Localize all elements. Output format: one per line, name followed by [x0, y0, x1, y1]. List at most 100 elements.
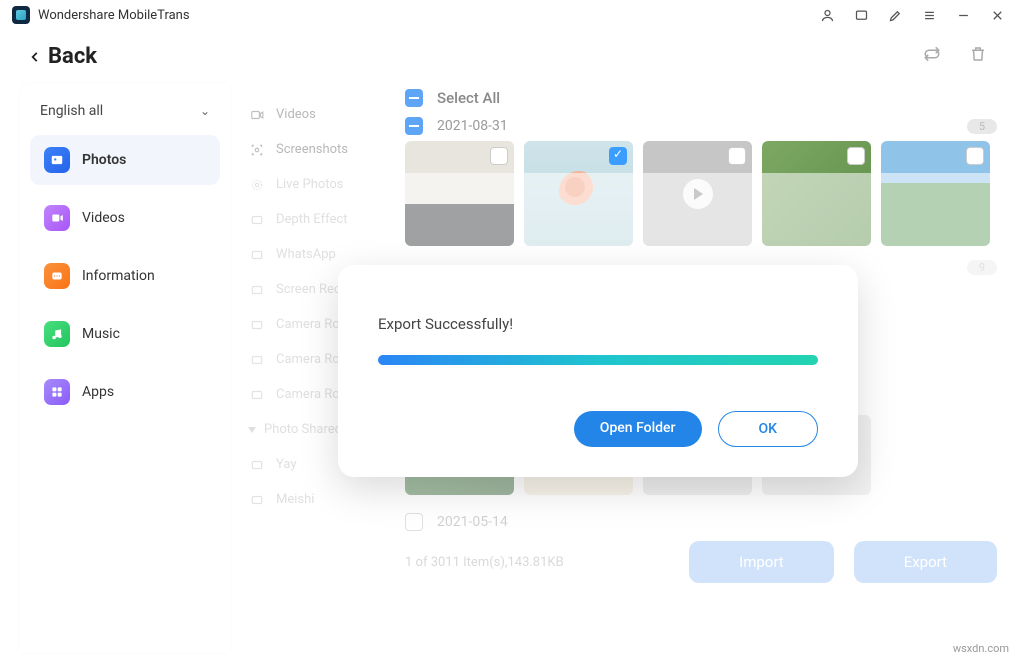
folder-checkbox[interactable] — [405, 513, 423, 531]
cat-label: Camera Roll — [276, 352, 346, 367]
back-row: Back — [0, 30, 1017, 83]
language-select[interactable]: English all ⌄ — [30, 97, 220, 135]
triangle-down-icon — [248, 427, 256, 433]
thumb-checkbox[interactable] — [609, 147, 627, 165]
cat-label: WhatsApp — [276, 247, 336, 262]
date-group-2: 2021-05-14 — [405, 505, 997, 533]
import-button[interactable]: Import — [689, 541, 834, 583]
cat-shared-label: Photo Shared — [264, 422, 342, 437]
folder-icon — [248, 493, 266, 507]
edit-icon[interactable] — [887, 7, 903, 23]
livephoto-icon — [248, 178, 266, 192]
photo-thumb[interactable] — [881, 141, 990, 246]
count-badge: 9 — [967, 260, 997, 275]
modal-title: Export Successfully! — [378, 315, 818, 333]
nav-photos[interactable]: Photos — [30, 135, 220, 185]
cat-videos[interactable]: Videos — [230, 97, 405, 132]
select-all-row: Select All — [405, 87, 997, 111]
cat-label: Live Photos — [276, 177, 344, 192]
export-label: Export — [904, 553, 947, 571]
thumb-row — [405, 141, 997, 246]
music-icon — [44, 321, 70, 347]
ok-button[interactable]: OK — [718, 411, 819, 447]
cat-label: Camera Roll — [276, 387, 346, 402]
thumb-checkbox[interactable] — [847, 147, 865, 165]
select-all-label: Select All — [437, 89, 500, 107]
thumb-checkbox[interactable] — [490, 147, 508, 165]
screenshot-icon — [248, 143, 266, 157]
footer-buttons: Import Export — [689, 541, 997, 583]
minimize-icon[interactable] — [955, 7, 971, 23]
cat-label: Camera Roll — [276, 317, 346, 332]
cat-label: Yay — [276, 457, 296, 472]
folder-icon — [248, 388, 266, 402]
folder-icon — [248, 458, 266, 472]
photos-icon — [44, 147, 70, 173]
nav-label: Videos — [82, 210, 125, 226]
back-button[interactable]: Back — [28, 44, 97, 69]
refresh-icon[interactable] — [923, 45, 941, 68]
nav-videos[interactable]: Videos — [30, 193, 220, 243]
nav-label: Information — [82, 268, 155, 284]
cat-label: Meishi — [276, 492, 314, 507]
app-logo-icon — [12, 6, 30, 24]
export-button[interactable]: Export — [854, 541, 997, 583]
nav-music[interactable]: Music — [30, 309, 220, 359]
apps-icon — [44, 379, 70, 405]
folder-icon — [248, 353, 266, 367]
thumb-checkbox[interactable] — [966, 147, 984, 165]
videos-icon — [44, 205, 70, 231]
trash-icon[interactable] — [969, 45, 987, 68]
folder-date: 2021-05-14 — [437, 514, 508, 530]
cat-livephotos[interactable]: Live Photos — [230, 167, 405, 202]
nav-label: Photos — [82, 152, 126, 168]
date-group-1: 2021-08-31 5 — [405, 111, 997, 141]
cat-label: Depth Effect — [276, 212, 347, 227]
photo-thumb[interactable] — [405, 141, 514, 246]
title-actions — [819, 7, 1005, 23]
menu-icon[interactable] — [921, 7, 937, 23]
sidebar-nav: English all ⌄ Photos Videos Information … — [20, 83, 230, 653]
video-icon — [248, 108, 266, 122]
app-title: Wondershare MobileTrans — [38, 8, 190, 23]
export-success-modal: Export Successfully! Open Folder OK — [338, 265, 858, 477]
nav-information[interactable]: Information — [30, 251, 220, 301]
import-label: Import — [739, 553, 784, 571]
cat-label: Screenshots — [276, 142, 348, 157]
title-bar: Wondershare MobileTrans — [0, 0, 1017, 30]
title-left: Wondershare MobileTrans — [12, 6, 190, 24]
nav-apps[interactable]: Apps — [30, 367, 220, 417]
select-all-checkbox[interactable] — [405, 89, 423, 107]
folder-checkbox[interactable] — [405, 117, 423, 135]
close-icon[interactable] — [989, 7, 1005, 23]
chevron-left-icon — [28, 50, 42, 64]
nav-label: Music — [82, 326, 120, 342]
thumb-checkbox[interactable] — [728, 147, 746, 165]
footer-row: 1 of 3011 Item(s),143.81KB Import Export — [405, 533, 997, 583]
status-text: 1 of 3011 Item(s),143.81KB — [405, 555, 564, 570]
play-icon — [683, 179, 713, 209]
language-label: English all — [40, 103, 103, 119]
photo-thumb[interactable] — [643, 141, 752, 246]
cat-meishi[interactable]: Meishi — [230, 482, 405, 517]
message-icon[interactable] — [853, 7, 869, 23]
progress-bar — [378, 355, 818, 365]
information-icon — [44, 263, 70, 289]
cat-deptheffect[interactable]: Depth Effect — [230, 202, 405, 237]
count-badge: 5 — [967, 119, 997, 134]
back-label: Back — [48, 44, 97, 69]
folder-date: 2021-08-31 — [437, 118, 508, 134]
open-folder-button[interactable]: Open Folder — [574, 411, 702, 447]
whatsapp-icon — [248, 248, 266, 262]
watermark: wsxdn.com — [953, 642, 1009, 655]
folder-icon — [248, 318, 266, 332]
cat-screenshots[interactable]: Screenshots — [230, 132, 405, 167]
photo-thumb[interactable] — [524, 141, 633, 246]
toolbar-actions — [923, 45, 987, 68]
ok-label: OK — [759, 421, 778, 437]
photo-thumb[interactable] — [762, 141, 871, 246]
user-icon[interactable] — [819, 7, 835, 23]
depth-icon — [248, 213, 266, 227]
chevron-down-icon: ⌄ — [200, 104, 210, 118]
nav-label: Apps — [82, 384, 114, 400]
